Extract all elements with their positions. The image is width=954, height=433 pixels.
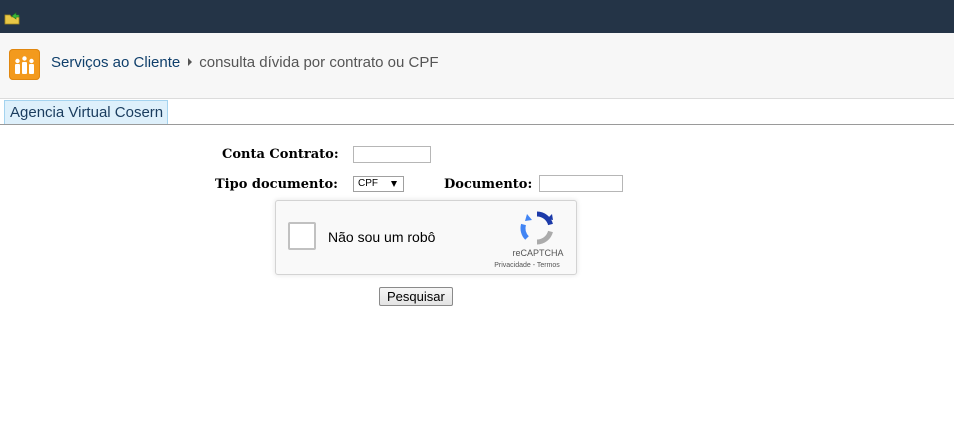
tipo-documento-label: Tipo documento: [215,177,338,192]
breadcrumb-root-link[interactable]: Serviços ao Cliente [51,54,180,71]
documento-label: Documento: [444,177,533,192]
recaptcha-brand: reCAPTCHA [512,248,564,258]
people-icon [15,56,34,74]
conta-contrato-label: Conta Contrato: [222,147,339,162]
conta-contrato-input[interactable] [353,146,431,163]
top-bar [0,0,954,33]
pesquisar-button[interactable]: Pesquisar [379,287,453,306]
title-bar: Serviços ao Cliente consulta dívida por c… [0,33,954,99]
recaptcha-links[interactable]: Privacidade - Termos [482,262,572,269]
recaptcha-widget: Não sou um robô reCAPTCHA Privacidade - … [275,200,577,275]
recaptcha-logo-icon [520,211,553,245]
tipo-documento-select[interactable]: CPF [353,176,404,192]
recaptcha-checkbox-label: Não sou um robô [328,229,436,245]
tipo-documento-selected: CPF [358,178,378,189]
recaptcha-checkbox[interactable] [288,222,316,250]
breadcrumb-current: consulta dívida por contrato ou CPF [199,54,439,71]
tab-bar: Agencia Virtual Cosern [0,99,954,125]
tab-agencia-virtual[interactable]: Agencia Virtual Cosern [4,100,169,124]
folder-arrow-icon[interactable] [4,11,20,25]
documento-input[interactable] [539,175,623,192]
site-logo[interactable] [9,49,40,80]
dropdown-arrow-icon [391,181,397,187]
breadcrumb: Serviços ao Cliente consulta dívida por c… [51,54,439,71]
caret-right-icon [188,58,193,66]
